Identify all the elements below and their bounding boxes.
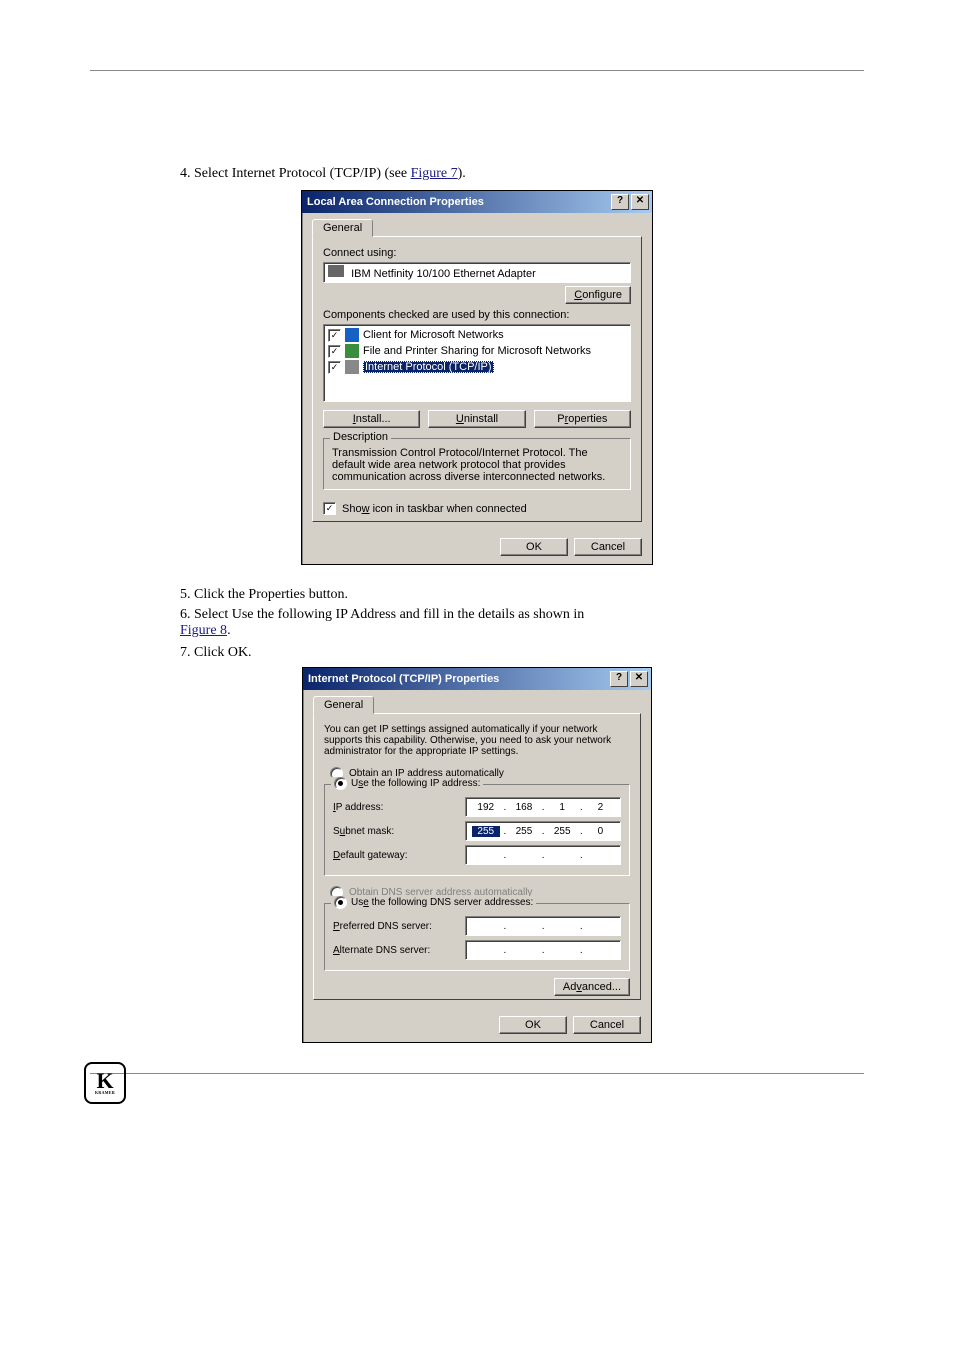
ok-button[interactable]: OK bbox=[500, 538, 568, 556]
step-4-text: 4. Select Internet Protocol (TCP/IP) (se… bbox=[180, 166, 864, 184]
radio-use-dns-label: Use the following DNS server addresses: bbox=[351, 897, 533, 908]
help-button[interactable]: ? bbox=[610, 671, 628, 687]
preferred-dns-input[interactable]: ... bbox=[465, 916, 621, 936]
properties-button[interactable]: Properties bbox=[534, 410, 631, 428]
adapter-name: IBM Netfinity 10/100 Ethernet Adapter bbox=[351, 268, 536, 280]
step-7-text: 7. Click OK. bbox=[180, 645, 864, 661]
step-5-text: 5. Click the Properties button. bbox=[180, 587, 864, 603]
default-gateway-label: Default gateway: bbox=[333, 850, 465, 861]
figure-7-link[interactable]: Figure 7 bbox=[411, 166, 458, 182]
checkbox-icon[interactable]: ✓ bbox=[328, 361, 341, 374]
radio-use-ip-label: Use the following IP address: bbox=[351, 778, 480, 789]
alternate-dns-input[interactable]: ... bbox=[465, 940, 621, 960]
checkbox-icon[interactable]: ✓ bbox=[328, 329, 341, 342]
ip-address-input[interactable]: 192. 168. 1. 2 bbox=[465, 797, 621, 817]
subnet-mask-input[interactable]: 255. 255. 255. 0 bbox=[465, 821, 621, 841]
top-rule bbox=[90, 70, 864, 71]
file-share-icon bbox=[345, 344, 359, 358]
component-tcpip[interactable]: ✓ Internet Protocol (TCP/IP) bbox=[326, 359, 628, 375]
tab-general[interactable]: General bbox=[312, 219, 373, 237]
radio-use-ip[interactable] bbox=[334, 777, 347, 790]
component-1-label: Client for Microsoft Networks bbox=[363, 329, 504, 341]
network-client-icon bbox=[345, 328, 359, 342]
component-client[interactable]: ✓ Client for Microsoft Networks bbox=[326, 327, 628, 343]
protocol-icon bbox=[345, 360, 359, 374]
step-6-tail: . bbox=[227, 623, 231, 638]
logo-subtext: KRAMER bbox=[95, 1090, 115, 1095]
install-button[interactable]: Install... bbox=[323, 410, 420, 428]
close-button[interactable]: ✕ bbox=[630, 671, 648, 687]
configure-button[interactable]: CConfigureonfigure bbox=[565, 286, 631, 304]
step-4-tail: ). bbox=[458, 166, 466, 181]
show-icon-checkbox[interactable]: ✓ bbox=[323, 502, 336, 515]
kramer-logo: K KRAMER bbox=[84, 1062, 126, 1104]
description-header: Description bbox=[330, 431, 391, 443]
local-area-connection-dialog: Local Area Connection Properties ? ✕ Gen… bbox=[301, 190, 653, 565]
step-6-text: 6. Select Use the following IP Address a… bbox=[180, 607, 864, 641]
alternate-dns-label: Alternate DNS server: bbox=[333, 945, 465, 956]
dialog2-title: Internet Protocol (TCP/IP) Properties bbox=[308, 673, 608, 685]
uninstall-button[interactable]: Uninstall bbox=[428, 410, 525, 428]
preferred-dns-label: Preferred DNS server: bbox=[333, 921, 465, 932]
help-button[interactable]: ? bbox=[611, 194, 629, 210]
checkbox-icon[interactable]: ✓ bbox=[328, 345, 341, 358]
cancel-button[interactable]: Cancel bbox=[573, 1016, 641, 1034]
intro-text: You can get IP settings assigned automat… bbox=[324, 724, 630, 757]
description-group: Description Transmission Control Protoco… bbox=[323, 438, 631, 490]
description-text: Transmission Control Protocol/Internet P… bbox=[332, 447, 622, 483]
component-2-label: File and Printer Sharing for Microsoft N… bbox=[363, 345, 591, 357]
ip-address-label: IP address: bbox=[333, 802, 465, 813]
cancel-button[interactable]: Cancel bbox=[574, 538, 642, 556]
adapter-icon bbox=[328, 265, 344, 277]
components-list[interactable]: ✓ Client for Microsoft Networks ✓ File a… bbox=[323, 324, 631, 402]
components-label: Components checked are used by this conn… bbox=[323, 309, 631, 321]
bottom-rule bbox=[90, 1073, 864, 1074]
close-button[interactable]: ✕ bbox=[631, 194, 649, 210]
adapter-field: IBM Netfinity 10/100 Ethernet Adapter bbox=[323, 262, 631, 283]
connect-using-label: Connect using: bbox=[323, 247, 631, 259]
step-6-pre: 6. Select Use the following IP Address a… bbox=[180, 607, 584, 622]
tcpip-properties-dialog: Internet Protocol (TCP/IP) Properties ? … bbox=[302, 667, 652, 1043]
component-3-label: Internet Protocol (TCP/IP) bbox=[363, 361, 494, 373]
dialog1-title: Local Area Connection Properties bbox=[307, 196, 609, 208]
subnet-mask-label: Subnet mask: bbox=[333, 826, 465, 837]
component-fileshare[interactable]: ✓ File and Printer Sharing for Microsoft… bbox=[326, 343, 628, 359]
logo-letter: K bbox=[96, 1072, 113, 1090]
tab-general[interactable]: General bbox=[313, 696, 374, 714]
figure-8-link[interactable]: Figure 8 bbox=[180, 623, 227, 639]
default-gateway-input[interactable]: ... bbox=[465, 845, 621, 865]
titlebar: Local Area Connection Properties ? ✕ bbox=[302, 191, 652, 213]
radio-use-dns[interactable] bbox=[334, 896, 347, 909]
show-icon-label: Show icon in taskbar when connected bbox=[342, 503, 527, 515]
titlebar: Internet Protocol (TCP/IP) Properties ? … bbox=[303, 668, 651, 690]
step-4-pre: 4. Select Internet Protocol (TCP/IP) (se… bbox=[180, 166, 411, 181]
advanced-button[interactable]: Advanced... bbox=[554, 978, 630, 996]
ok-button[interactable]: OK bbox=[499, 1016, 567, 1034]
